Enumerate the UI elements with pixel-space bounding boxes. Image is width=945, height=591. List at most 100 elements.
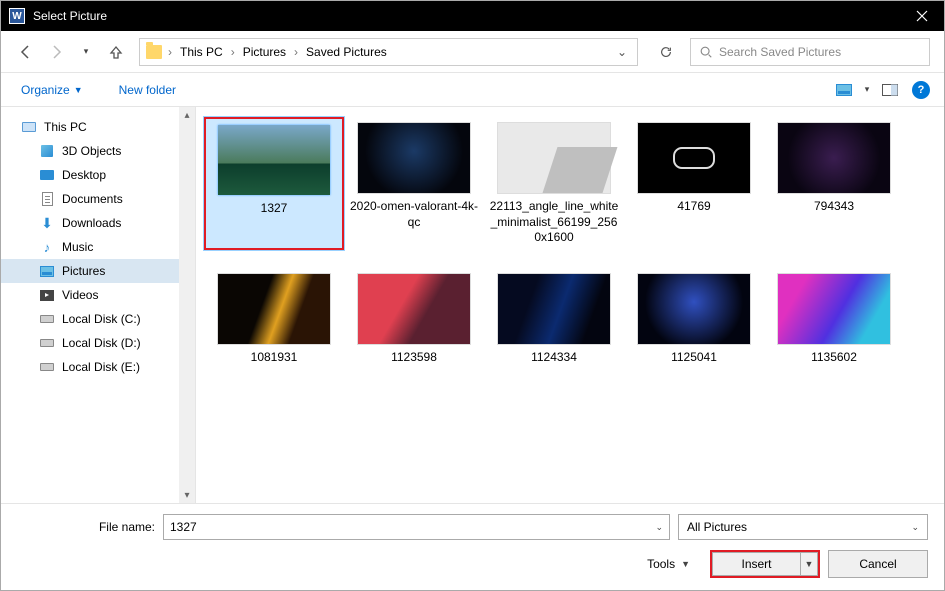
preview-pane-button[interactable]: [878, 79, 902, 101]
tree-item-this-pc[interactable]: This PC: [1, 115, 195, 139]
tree-item-label: Pictures: [62, 264, 105, 278]
tree-item-local-disk-c-[interactable]: Local Disk (C:): [1, 307, 195, 331]
tree-item-label: Music: [62, 240, 93, 254]
insert-dropdown[interactable]: ▼: [800, 552, 818, 576]
address-dropdown[interactable]: ⌄: [613, 45, 631, 59]
file-item[interactable]: 1125041: [624, 268, 764, 370]
file-name-label: 1125041: [628, 350, 760, 366]
file-item[interactable]: 1135602: [764, 268, 904, 370]
tree-item-videos[interactable]: Videos: [1, 283, 195, 307]
back-button[interactable]: [15, 41, 37, 63]
3d-icon: [39, 144, 55, 158]
word-app-icon: W: [9, 8, 25, 24]
breadcrumb-pictures[interactable]: Pictures: [241, 45, 288, 59]
thumbnail: [218, 125, 330, 195]
file-item[interactable]: 1327: [204, 117, 344, 250]
insert-button-group: Insert ▼: [710, 550, 820, 578]
filename-dropdown-icon[interactable]: ⌄: [655, 522, 663, 533]
chevron-down-icon: ⌄: [911, 522, 919, 533]
tree-item-downloads[interactable]: ⬇Downloads: [1, 211, 195, 235]
file-name-label: 1327: [210, 201, 338, 217]
pict-icon: [39, 264, 55, 278]
tree-item-label: Documents: [62, 192, 123, 206]
forward-button[interactable]: [45, 41, 67, 63]
disk-icon: [39, 360, 55, 374]
thumbnail: [498, 274, 610, 344]
disk-icon: [39, 336, 55, 350]
nav-bar: ▾ › This PC › Pictures › Saved Pictures …: [1, 31, 944, 73]
view-mode-button[interactable]: [832, 79, 856, 101]
tree-item-label: Local Disk (D:): [62, 336, 141, 350]
up-button[interactable]: [105, 41, 127, 63]
cancel-button[interactable]: Cancel: [828, 550, 928, 578]
file-item[interactable]: 41769: [624, 117, 764, 250]
bottom-panel: File name: 1327 ⌄ All Pictures ⌄ Tools▼ …: [1, 503, 944, 590]
tree-item-music[interactable]: ♪ Music: [1, 235, 195, 259]
file-item[interactable]: 794343: [764, 117, 904, 250]
tools-menu[interactable]: Tools▼: [641, 553, 696, 575]
help-icon[interactable]: ?: [912, 81, 930, 99]
nav-tree: This PC 3D Objects Desktop Documents ⬇Downlo…: [1, 107, 196, 503]
desktop-icon: [39, 168, 55, 182]
thumbnail: [358, 123, 470, 193]
pc-icon: [21, 120, 37, 134]
music-icon: ♪: [39, 240, 55, 254]
file-item[interactable]: 2020-omen-valorant-4k-qc: [344, 117, 484, 250]
tree-item-desktop[interactable]: Desktop: [1, 163, 195, 187]
title-bar: W Select Picture: [1, 1, 944, 31]
tree-item-label: This PC: [44, 120, 87, 134]
thumbnail: [638, 274, 750, 344]
down-icon: ⬇: [39, 216, 55, 230]
file-item[interactable]: 1081931: [204, 268, 344, 370]
search-placeholder: Search Saved Pictures: [719, 45, 841, 59]
close-button[interactable]: [899, 1, 944, 31]
thumbnail: [778, 274, 890, 344]
video-icon: [39, 288, 55, 302]
folder-icon: [146, 45, 162, 59]
refresh-button[interactable]: [650, 38, 682, 66]
new-folder-button[interactable]: New folder: [113, 79, 182, 101]
recent-dropdown[interactable]: ▾: [75, 41, 97, 63]
tree-item-label: 3D Objects: [62, 144, 121, 158]
thumbnail: [358, 274, 470, 344]
tree-item-local-disk-d-[interactable]: Local Disk (D:): [1, 331, 195, 355]
breadcrumb-this-pc[interactable]: This PC: [178, 45, 225, 59]
chevron-right-icon[interactable]: ›: [166, 45, 174, 59]
search-box[interactable]: Search Saved Pictures: [690, 38, 930, 66]
tree-item-pictures[interactable]: Pictures: [1, 259, 195, 283]
file-name-label: 794343: [768, 199, 900, 215]
doc-icon: [39, 192, 55, 206]
tree-item-local-disk-e-[interactable]: Local Disk (E:): [1, 355, 195, 379]
tree-item-documents[interactable]: Documents: [1, 187, 195, 211]
disk-icon: [39, 312, 55, 326]
thumbnail: [638, 123, 750, 193]
tree-item-3d-objects[interactable]: 3D Objects: [1, 139, 195, 163]
filename-label: File name:: [17, 520, 163, 534]
file-item[interactable]: 22113_angle_line_white_minimalist_66199_…: [484, 117, 624, 250]
filename-field[interactable]: 1327 ⌄: [163, 514, 670, 540]
address-bar[interactable]: › This PC › Pictures › Saved Pictures ⌄: [139, 38, 638, 66]
breadcrumb-saved-pictures[interactable]: Saved Pictures: [304, 45, 389, 59]
file-item[interactable]: 1123598: [344, 268, 484, 370]
insert-button[interactable]: Insert: [712, 552, 800, 576]
toolbar: Organize▼ New folder ▾ ?: [1, 73, 944, 107]
thumbnail: [498, 123, 610, 193]
chevron-right-icon[interactable]: ›: [292, 45, 300, 59]
thumbnail: [778, 123, 890, 193]
file-name-label: 1135602: [768, 350, 900, 366]
scroll-down-icon[interactable]: ▾: [179, 487, 195, 503]
file-type-filter[interactable]: All Pictures ⌄: [678, 514, 928, 540]
file-name-label: 41769: [628, 199, 760, 215]
window-title: Select Picture: [33, 9, 107, 23]
thumbnail: [218, 274, 330, 344]
tree-item-label: Desktop: [62, 168, 106, 182]
view-mode-dropdown[interactable]: ▾: [860, 79, 874, 101]
organize-menu[interactable]: Organize▼: [15, 79, 89, 101]
scroll-up-icon[interactable]: ▴: [179, 107, 195, 123]
file-list: 1327 2020-omen-valorant-4k-qc22113_angle_…: [196, 107, 944, 503]
chevron-right-icon[interactable]: ›: [229, 45, 237, 59]
file-name-label: 1124334: [488, 350, 620, 366]
sidebar-scrollbar[interactable]: ▴▾: [179, 107, 195, 503]
tree-item-label: Local Disk (C:): [62, 312, 141, 326]
file-item[interactable]: 1124334: [484, 268, 624, 370]
